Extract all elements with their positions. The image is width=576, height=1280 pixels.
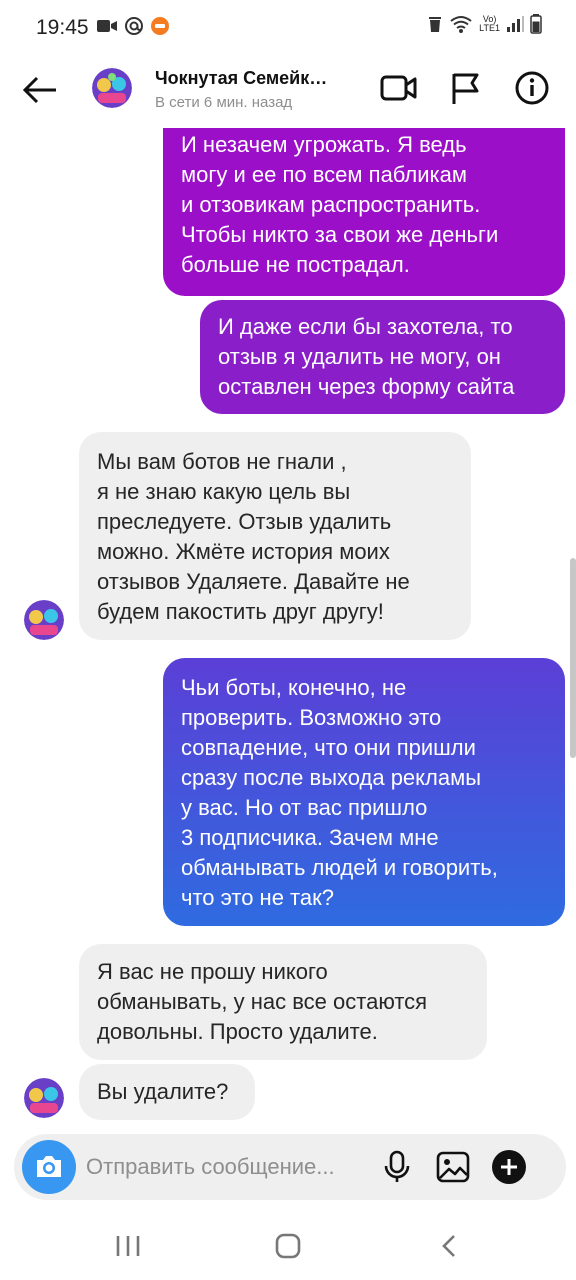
network-label: Vo) LTE1 bbox=[479, 14, 500, 33]
add-icon[interactable] bbox=[490, 1148, 528, 1186]
sender-avatar[interactable] bbox=[24, 600, 64, 640]
message-bubble-outgoing[interactable]: И даже если бы захотела, то отзыв я удал… bbox=[200, 300, 565, 414]
message-input[interactable]: Отправить сообщение... bbox=[86, 1154, 335, 1180]
flag-icon[interactable] bbox=[445, 68, 485, 108]
message-bubble-outgoing[interactable]: И незачем угрожать. Я ведь могу и ее по … bbox=[163, 128, 565, 296]
message-bubble-incoming[interactable]: Я вас не прошу никого обманывать, у нас … bbox=[79, 944, 487, 1060]
scrollbar[interactable] bbox=[570, 558, 576, 758]
contact-avatar[interactable] bbox=[92, 68, 132, 108]
microphone-icon[interactable] bbox=[378, 1148, 416, 1186]
message-text: Чьи боты, конечно, не проверить. Возможн… bbox=[181, 675, 498, 910]
back-arrow-icon[interactable] bbox=[20, 70, 60, 110]
status-bar: 19:45 Vo) LTE1 bbox=[0, 0, 576, 56]
recent-apps-icon[interactable] bbox=[110, 1228, 146, 1264]
online-status: В сети 6 мин. назад bbox=[155, 94, 293, 111]
message-text: И даже если бы захотела, то отзыв я удал… bbox=[218, 314, 515, 399]
message-bubble-incoming[interactable]: Вы удалите? bbox=[79, 1064, 255, 1120]
video-recording-icon bbox=[97, 20, 117, 32]
message-bubble-outgoing[interactable]: Чьи боты, конечно, не проверить. Возможн… bbox=[163, 658, 565, 926]
signal-icon bbox=[507, 16, 524, 32]
message-text: Я вас не прошу никого обманывать, у нас … bbox=[97, 959, 428, 1044]
wifi-icon bbox=[450, 16, 472, 33]
system-nav-bar bbox=[0, 1210, 576, 1280]
at-sign-icon bbox=[125, 17, 143, 35]
recycle-icon bbox=[429, 17, 442, 32]
home-icon[interactable] bbox=[270, 1228, 306, 1264]
sender-avatar[interactable] bbox=[24, 1078, 64, 1118]
message-composer: Отправить сообщение... bbox=[14, 1134, 566, 1200]
app-notification-icon bbox=[151, 17, 169, 35]
message-list[interactable]: И незачем угрожать. Я ведь могу и ее по … bbox=[0, 128, 576, 1128]
message-text: Мы вам ботов не гнали , я не знаю какую … bbox=[97, 449, 410, 624]
camera-button[interactable] bbox=[22, 1140, 76, 1194]
battery-icon bbox=[530, 14, 542, 34]
chat-header: Чокнутая Семейк… В сети 6 мин. назад bbox=[0, 56, 576, 128]
camera-icon bbox=[37, 1156, 61, 1177]
video-call-icon[interactable] bbox=[378, 68, 418, 108]
contact-name[interactable]: Чокнутая Семейк… bbox=[155, 68, 327, 89]
message-text: Вы удалите? bbox=[97, 1079, 229, 1104]
message-bubble-incoming[interactable]: Мы вам ботов не гнали , я не знаю какую … bbox=[79, 432, 471, 640]
status-time: 19:45 bbox=[36, 16, 89, 39]
info-icon[interactable] bbox=[512, 68, 552, 108]
message-text: И незачем угрожать. Я ведь могу и ее по … bbox=[181, 132, 499, 277]
gallery-icon[interactable] bbox=[434, 1148, 472, 1186]
back-nav-icon[interactable] bbox=[432, 1228, 468, 1264]
